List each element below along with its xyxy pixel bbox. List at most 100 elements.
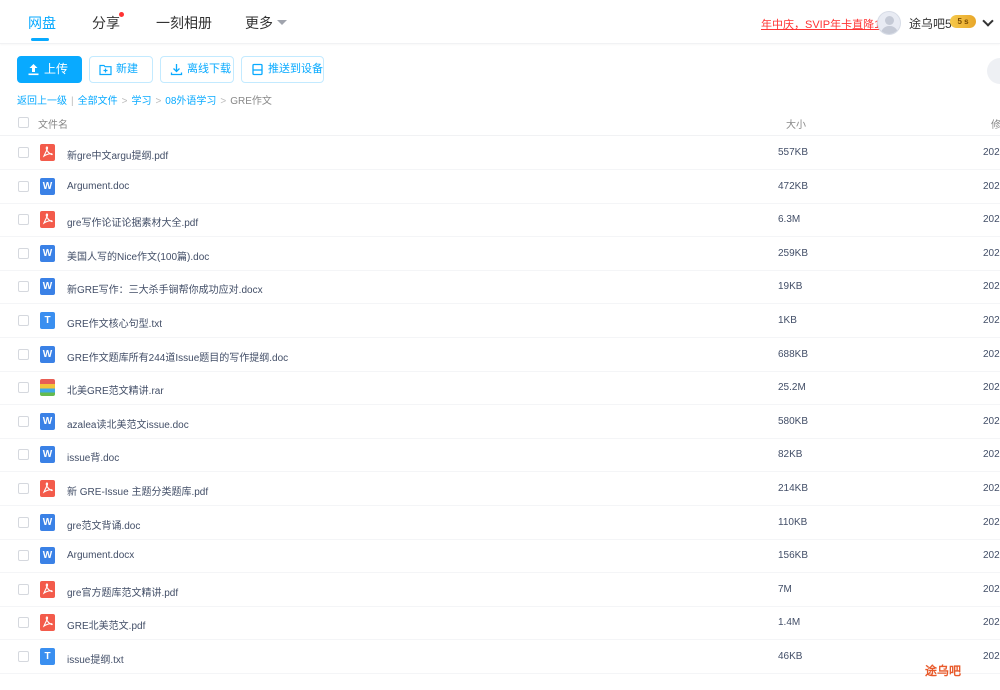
text-file-icon: T xyxy=(40,312,55,329)
file-modified: 2021 xyxy=(983,180,1000,192)
column-name[interactable]: 文件名 xyxy=(38,116,68,131)
row-checkbox[interactable] xyxy=(18,449,29,461)
row-checkbox[interactable] xyxy=(18,214,29,226)
new-folder-label: 新建 xyxy=(116,63,138,75)
file-name[interactable]: gre官方题库范文精讲.pdf xyxy=(67,584,178,599)
word-file-icon: W xyxy=(40,412,55,430)
file-name[interactable]: 美国人写的Nice作文(100篇).doc xyxy=(67,248,209,263)
file-row[interactable]: 新gre中文argu提纲.pdf 557KB 2021 xyxy=(0,136,1000,170)
file-size: 82KB xyxy=(778,449,803,461)
tab-more[interactable]: 更多 xyxy=(245,13,273,33)
row-checkbox[interactable] xyxy=(18,315,29,326)
file-modified: 2021 xyxy=(983,147,1000,158)
file-size: 557KB xyxy=(778,147,809,158)
username[interactable]: 途乌吧5 xyxy=(909,15,952,32)
file-modified: 2021 xyxy=(983,382,1000,394)
row-checkbox[interactable] xyxy=(18,550,29,562)
file-name[interactable]: Argument.docx xyxy=(67,550,134,561)
select-all-checkbox[interactable] xyxy=(18,117,29,128)
row-checkbox[interactable] xyxy=(18,483,29,494)
file-row[interactable]: 新 GRE-Issue 主题分类题库.pdf 214KB 2021 xyxy=(0,472,1000,506)
file-name[interactable]: GRE作文核心句型.txt xyxy=(67,315,162,330)
file-name[interactable]: 新 GRE-Issue 主题分类题库.pdf xyxy=(67,483,208,498)
file-row[interactable]: W 美国人写的Nice作文(100篇).doc 259KB 2021 xyxy=(0,237,1000,271)
file-name[interactable]: 新gre中文argu提纲.pdf xyxy=(67,147,168,162)
file-size: 46KB xyxy=(778,651,803,662)
file-modified: 2021 xyxy=(983,247,1000,259)
file-size: 688KB xyxy=(778,348,809,360)
file-size: 214KB xyxy=(778,483,809,494)
tab-netdisk[interactable]: 网盘 xyxy=(28,13,56,33)
text-file-icon: T xyxy=(40,648,55,665)
file-row[interactable]: GRE北美范文.pdf 1.4M 2021 xyxy=(0,606,1000,641)
file-name[interactable]: gre范文背诵.doc xyxy=(67,517,140,532)
file-row[interactable]: Wgre范文背诵.doc 110KB 2021 xyxy=(0,506,1000,540)
word-file-icon: W xyxy=(40,513,55,531)
breadcrumb-level-2[interactable]: 08外语学习 xyxy=(165,96,216,107)
word-file-icon: W xyxy=(40,547,55,565)
file-size: 1KB xyxy=(778,315,797,326)
upload-button[interactable]: 上传 xyxy=(17,56,82,83)
file-name[interactable]: 北美GRE范文精讲.rar xyxy=(67,382,164,397)
side-handle[interactable] xyxy=(987,58,1000,84)
file-row[interactable]: gre写作论证论据素材大全.pdf 6.3M 2021 xyxy=(0,203,1000,238)
push-device-button[interactable]: 推送到设备 xyxy=(241,56,324,83)
column-modified[interactable]: 修 xyxy=(991,116,1000,131)
file-name[interactable]: 新GRE写作：三大杀手锏帮你成功应对.docx xyxy=(67,281,263,296)
word-file-icon: W xyxy=(40,446,55,464)
file-name[interactable]: Argument.doc xyxy=(67,181,129,192)
file-row[interactable]: W Argument.docx 156KB 2021 xyxy=(0,539,1000,574)
file-name[interactable]: gre写作论证论据素材大全.pdf xyxy=(67,214,198,229)
file-modified: 2021 xyxy=(983,651,1000,662)
row-checkbox[interactable] xyxy=(18,415,29,427)
promo-link[interactable]: 年中庆，SVIP年卡直降100 xyxy=(761,16,892,32)
row-checkbox[interactable] xyxy=(18,348,29,360)
file-list-header: 文件名 大小 修 xyxy=(0,111,1000,136)
row-checkbox[interactable] xyxy=(18,180,29,192)
row-checkbox[interactable] xyxy=(18,617,29,629)
new-folder-button[interactable]: 新建 xyxy=(89,56,153,83)
vip-badge: 5 s xyxy=(950,15,976,28)
file-name[interactable]: GRE作文题库所有244道Issue题目的写作提纲.doc xyxy=(67,349,288,364)
file-name[interactable]: azalea读北美范文issue.doc xyxy=(67,416,189,431)
tab-album[interactable]: 一刻相册 xyxy=(156,13,212,33)
file-row[interactable]: W Argument.doc 472KB 2021 xyxy=(0,170,1000,204)
file-modified: 2021 xyxy=(983,617,1000,629)
caret-down-icon[interactable] xyxy=(277,20,287,25)
file-row[interactable]: Wissue背.doc 82KB 2021 xyxy=(0,438,1000,473)
download-icon xyxy=(170,64,183,76)
chevron-down-icon[interactable] xyxy=(982,15,994,27)
avatar[interactable] xyxy=(877,11,901,35)
offline-download-button[interactable]: 离线下载 xyxy=(160,56,234,83)
row-checkbox[interactable] xyxy=(18,583,29,595)
row-checkbox[interactable] xyxy=(18,651,29,662)
row-checkbox[interactable] xyxy=(18,382,29,394)
file-row[interactable]: Tissue提纲.txt 46KB 2021 xyxy=(0,640,1000,674)
file-row[interactable]: W GRE作文题库所有244道Issue题目的写作提纲.doc 688KB 2021 xyxy=(0,338,1000,372)
file-name[interactable]: issue提纲.txt xyxy=(67,651,124,666)
file-name[interactable]: issue背.doc xyxy=(67,449,119,464)
row-checkbox[interactable] xyxy=(18,247,29,259)
column-size[interactable]: 大小 xyxy=(786,116,806,131)
back-link[interactable]: 返回上一级 xyxy=(17,96,67,107)
row-checkbox[interactable] xyxy=(18,281,29,293)
row-checkbox[interactable] xyxy=(18,516,29,528)
file-row[interactable]: Wazalea读北美范文issue.doc 580KB 2021 xyxy=(0,405,1000,439)
tab-share[interactable]: 分享 xyxy=(92,13,120,33)
notification-dot xyxy=(119,12,124,17)
file-row[interactable]: 北美GRE范文精讲.rar 25.2M 2021 xyxy=(0,371,1000,406)
file-row[interactable]: T GRE作文核心句型.txt 1KB 2021 xyxy=(0,304,1000,338)
active-tab-indicator xyxy=(31,38,49,41)
pdf-file-icon xyxy=(40,580,55,598)
row-checkbox[interactable] xyxy=(18,147,29,158)
upload-icon xyxy=(28,64,39,76)
archive-file-icon xyxy=(40,379,55,397)
pdf-file-icon xyxy=(40,614,55,632)
breadcrumb-level-1[interactable]: 学习 xyxy=(131,96,151,107)
file-row[interactable]: gre官方题库范文精讲.pdf 7M 2021 xyxy=(0,573,1000,607)
breadcrumb-all-files[interactable]: 全部文件 xyxy=(78,96,118,107)
file-name[interactable]: GRE北美范文.pdf xyxy=(67,617,145,632)
upload-label: 上传 xyxy=(44,62,69,76)
new-folder-icon xyxy=(99,64,112,76)
file-row[interactable]: W 新GRE写作：三大杀手锏帮你成功应对.docx 19KB 2021 xyxy=(0,270,1000,305)
